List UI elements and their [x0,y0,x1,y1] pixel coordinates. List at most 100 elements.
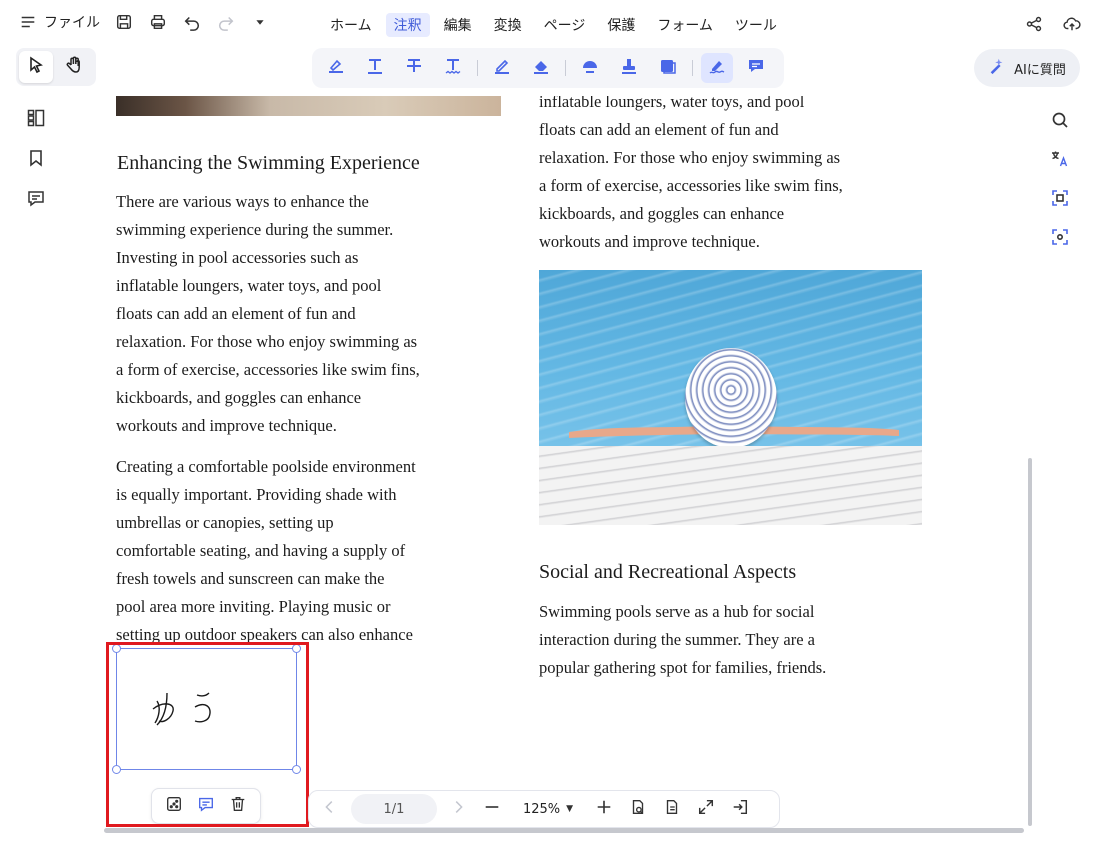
text-line: umbrellas or canopies, setting up [116,513,334,532]
vertical-scrollbar[interactable] [1028,458,1032,826]
search-icon[interactable] [1050,110,1070,134]
ai-sparkle-icon [988,57,1006,79]
comment-icon[interactable] [26,188,46,212]
prev-page-button[interactable] [317,796,343,822]
top-photo [116,96,501,116]
stamp-icon [619,56,639,80]
attachment-button[interactable] [652,53,684,83]
translate-icon[interactable] [1050,149,1070,173]
view-mode-button[interactable] [625,796,651,822]
exit-icon [731,798,749,820]
zoom-out-button[interactable] [479,796,505,822]
page-navigation-bar: 1/1 125% ▼ [308,790,780,828]
shape-button[interactable] [574,53,606,83]
text-line: floats can add an element of fun and [539,120,779,139]
tab-tools[interactable]: ツール [727,13,785,37]
share-icon[interactable] [1024,14,1044,34]
underline-button[interactable] [359,53,391,83]
highlight-button[interactable] [320,53,352,83]
toolbar-separator [565,60,566,76]
pencil-icon [492,56,512,80]
signature-context-toolbar [151,788,261,824]
resize-handle-top-right[interactable] [292,644,301,653]
stamp-button[interactable] [613,53,645,83]
text-line: relaxation. For those who enjoy swimming… [116,332,418,351]
strikethrough-text-icon [404,56,424,80]
redo-icon[interactable] [216,12,236,32]
tab-convert[interactable]: 変換 [486,13,530,37]
tool-mode-toggle [16,48,96,86]
next-page-icon [449,798,467,820]
tab-form[interactable]: フォーム [649,13,721,37]
eraser-button[interactable] [525,53,557,83]
save-icon[interactable] [114,12,134,32]
photo-hat [685,348,777,448]
tab-page[interactable]: ページ [536,13,594,37]
note-button[interactable] [740,53,772,83]
ask-ai-label: AIに質問 [1014,62,1066,78]
tab-annotate[interactable]: 注釈 [385,13,430,37]
text-line: a form of exercise, accessories like swi… [116,360,420,379]
file-menu-label: ファイル [44,15,100,31]
text-line: kickboards, and goggles can enhance [539,204,785,223]
print-icon[interactable] [148,12,168,32]
photo-deck [539,446,922,525]
ocr-icon[interactable] [1050,188,1070,212]
page-number-input[interactable]: 1/1 [351,794,437,824]
exit-button[interactable] [727,796,753,822]
undo-icon[interactable] [182,12,202,32]
screen-capture-icon[interactable] [1050,227,1070,251]
squiggly-button[interactable] [437,53,469,83]
text-line: kickboards, and goggles can enhance [116,388,362,407]
pencil-button[interactable] [486,53,518,83]
bookmark-icon[interactable] [26,148,46,172]
signature-button[interactable] [701,53,733,83]
dropdown-icon[interactable] [250,12,270,32]
text-line: floats can add an element of fun and [116,304,356,323]
resize-handle-bottom-left[interactable] [112,765,121,774]
right-paragraph-top: inflatable loungers, water toys, and poo… [539,96,909,256]
text-line: comfortable seating, and having a supply… [116,541,406,560]
view-mode-icon [629,798,647,820]
right-paragraph: Swimming pools serve as a hub for social… [539,598,909,682]
horizontal-scrollbar[interactable] [104,828,1024,833]
file-menu-button[interactable]: ファイル [18,12,100,32]
cloud-upload-icon[interactable] [1062,14,1082,34]
resize-handle-bottom-right[interactable] [292,765,301,774]
tab-edit[interactable]: 編集 [436,13,480,37]
tab-home[interactable]: ホーム [322,13,380,37]
text-line: interaction during the summer. They are … [539,630,815,649]
signature-icon [707,56,727,80]
left-heading: Enhancing the Swimming Experience [117,152,420,174]
text-line: workouts and improve technique. [116,416,337,435]
toolbar-separator [477,60,478,76]
strikethrough-button[interactable] [398,53,430,83]
ask-ai-button[interactable]: AIに質問 [974,49,1080,87]
prev-page-icon [321,798,339,820]
fullscreen-button[interactable] [693,796,719,822]
menu-bar: ファイル ホーム 注釈 編集 変換 ページ 保護 フォーム ツール [0,0,1096,50]
text-line: a form of exercise, accessories like swi… [539,176,843,195]
shape-icon [580,56,600,80]
squiggly-text-icon [443,56,463,80]
page-layout-button[interactable] [659,796,685,822]
signature-annotation[interactable]: ゆう [112,644,301,774]
next-page-button[interactable] [445,796,471,822]
zoom-in-button[interactable] [591,796,617,822]
text-line: relaxation. For those who enjoy swimming… [539,148,841,167]
eraser-icon [531,56,551,80]
text-line: workouts and improve technique. [539,232,760,251]
delete-icon[interactable] [229,795,247,817]
toolbar-separator [692,60,693,76]
select-tool-button[interactable] [19,51,53,83]
text-line: inflatable loungers, water toys, and poo… [116,276,382,295]
thumbnails-icon[interactable] [26,108,46,132]
page-layout-icon [663,798,681,820]
properties-icon[interactable] [165,795,183,817]
resize-handle-top-left[interactable] [112,644,121,653]
zoom-select[interactable]: 125% ▼ [513,802,583,817]
hand-tool-button[interactable] [57,51,91,83]
text-line: inflatable loungers, water toys, and poo… [539,96,805,111]
tab-protect[interactable]: 保護 [599,13,643,37]
comment-icon[interactable] [197,795,215,817]
